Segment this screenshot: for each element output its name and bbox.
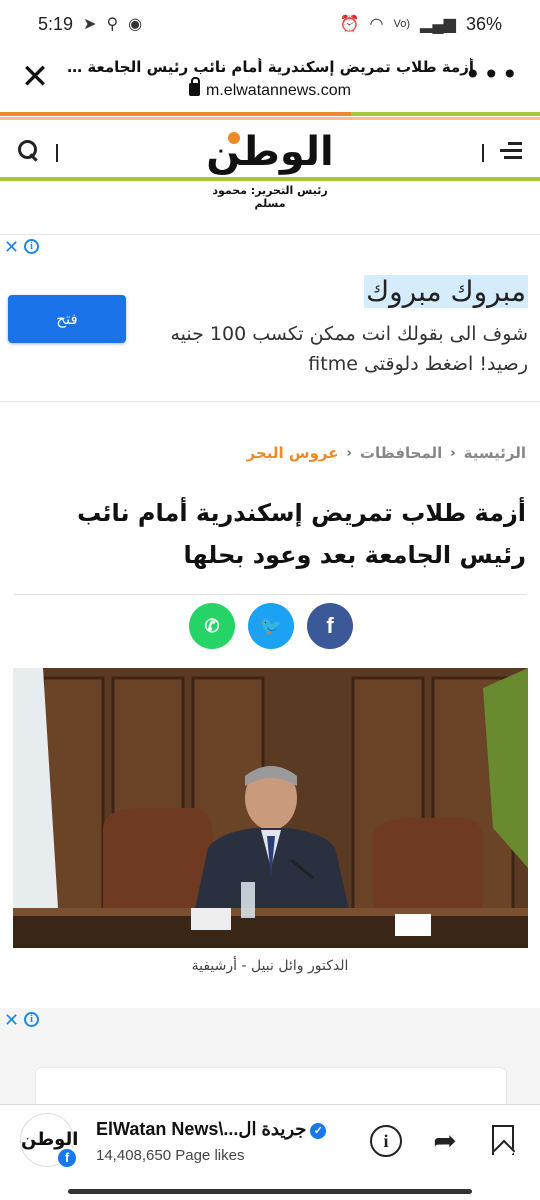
breadcrumb-governorates[interactable]: المحافظات [360, 444, 442, 462]
messenger-icon: ◉ [128, 16, 143, 33]
gesture-handle[interactable] [68, 1189, 472, 1194]
browser-page-title: أزمة طلاب تمريض إسكندرية أمام نائب رئيس … [66, 58, 474, 76]
status-right: ⏰ ◠ Vo) ▂▄▆ 36% [340, 14, 502, 35]
ad2-card[interactable] [36, 1068, 506, 1104]
ad2-info-icon[interactable]: i [24, 1012, 39, 1027]
info-button[interactable]: i [370, 1125, 402, 1157]
share-button[interactable]: ➦ [428, 1125, 462, 1157]
editor-in-chief: رئيس التحرير: محمود مسلم [212, 184, 328, 210]
close-browser-button[interactable]: ✕ [18, 60, 52, 96]
battery-level: 36% [465, 13, 502, 34]
logo-text: الوطن [206, 129, 334, 175]
facebook-badge-icon: f [56, 1147, 78, 1169]
status-bar: 5:19 ➤ ⚲ ◉ ⏰ ◠ Vo) ▂▄▆ 36% [0, 0, 540, 48]
ad-banner-2[interactable]: ✕ i [0, 1008, 540, 1104]
share-arrow-icon: ➦ [433, 1124, 457, 1157]
close-icon: ✕ [20, 57, 50, 97]
ad-headline: مبروك مبروك [364, 275, 528, 308]
share-whatsapp-button[interactable]: ✆ [189, 603, 235, 649]
ad2-close-icon[interactable]: ✕ [4, 1012, 19, 1030]
breadcrumb: الرئيسية ‹ المحافظات ‹ عروس البحر [247, 444, 526, 462]
menu-icon[interactable] [500, 142, 522, 162]
site-header: الوطن [0, 122, 540, 180]
header-divider [56, 144, 58, 162]
browser-header: ✕ أزمة طلاب تمريض إسكندرية أمام نائب رئي… [0, 48, 540, 112]
article-photo[interactable] [13, 668, 528, 948]
facebook-icon: f [326, 613, 334, 638]
ad-banner[interactable]: ✕ i فتح مبروك مبروك شوف الى بقولك انت مم… [0, 234, 540, 402]
breadcrumb-separator: ‹ [346, 445, 352, 461]
breadcrumb-home[interactable]: الرئيسية [464, 444, 526, 462]
volte-signal-icon: Vo) [393, 18, 411, 30]
header-divider [482, 144, 484, 162]
page-name[interactable]: ElWatan News\...جريدة ال ✓ [96, 1119, 327, 1140]
article-title: أزمة طلاب تمريض إسكندرية أمام نائب رئيس … [77, 499, 526, 569]
status-left: 5:19 ➤ ⚲ ◉ [38, 14, 142, 35]
site-logo[interactable]: الوطن [200, 126, 340, 178]
share-twitter-button[interactable]: 🐦 [248, 603, 294, 649]
breadcrumb-current[interactable]: عروس البحر [247, 444, 339, 462]
alarm-icon: ⏰ [339, 16, 360, 33]
page-likes: 14,408,650 Page likes [96, 1147, 245, 1164]
breadcrumb-separator: ‹ [450, 445, 456, 461]
verified-icon: ✓ [310, 1123, 327, 1139]
lock-icon [189, 77, 201, 96]
search-icon[interactable] [18, 140, 40, 162]
wifi-icon: ◠ [369, 16, 384, 33]
url-text: m.elwatannews.com [206, 82, 351, 99]
more-options-button[interactable]: ••• [464, 60, 520, 90]
browser-url: m.elwatannews.com [66, 77, 474, 100]
twitter-icon: 🐦 [259, 616, 283, 636]
logo-dot [228, 132, 240, 144]
ad-open-button[interactable]: فتح [8, 295, 126, 343]
telegram-icon: ➤ [83, 16, 97, 33]
ad-info-icon[interactable]: i [24, 239, 39, 254]
photo-caption: الدكتور وائل نبيل - أرشيفية [191, 958, 349, 974]
signal-icon: ▂▄▆ [420, 16, 456, 33]
site-top-stripe [0, 112, 540, 122]
status-time: 5:19 [38, 13, 74, 34]
share-facebook-button[interactable]: f [307, 603, 353, 649]
bookmark-button[interactable] [492, 1125, 514, 1157]
ad-body: شوف الى بقولك انت ممكن تكسب 100 جنيه رصي… [170, 323, 528, 375]
facebook-page-bar: الوطن f ElWatan News\...جريدة ال ✓ 14,408… [0, 1104, 540, 1174]
header-green-line [0, 177, 540, 181]
more-icon: ••• [464, 58, 520, 91]
whatsapp-icon: ✆ [204, 616, 220, 636]
ad-close-icon[interactable]: ✕ [4, 239, 19, 257]
system-nav-bar [0, 1174, 540, 1200]
location-icon: ⚲ [106, 16, 119, 33]
title-divider [14, 594, 526, 595]
